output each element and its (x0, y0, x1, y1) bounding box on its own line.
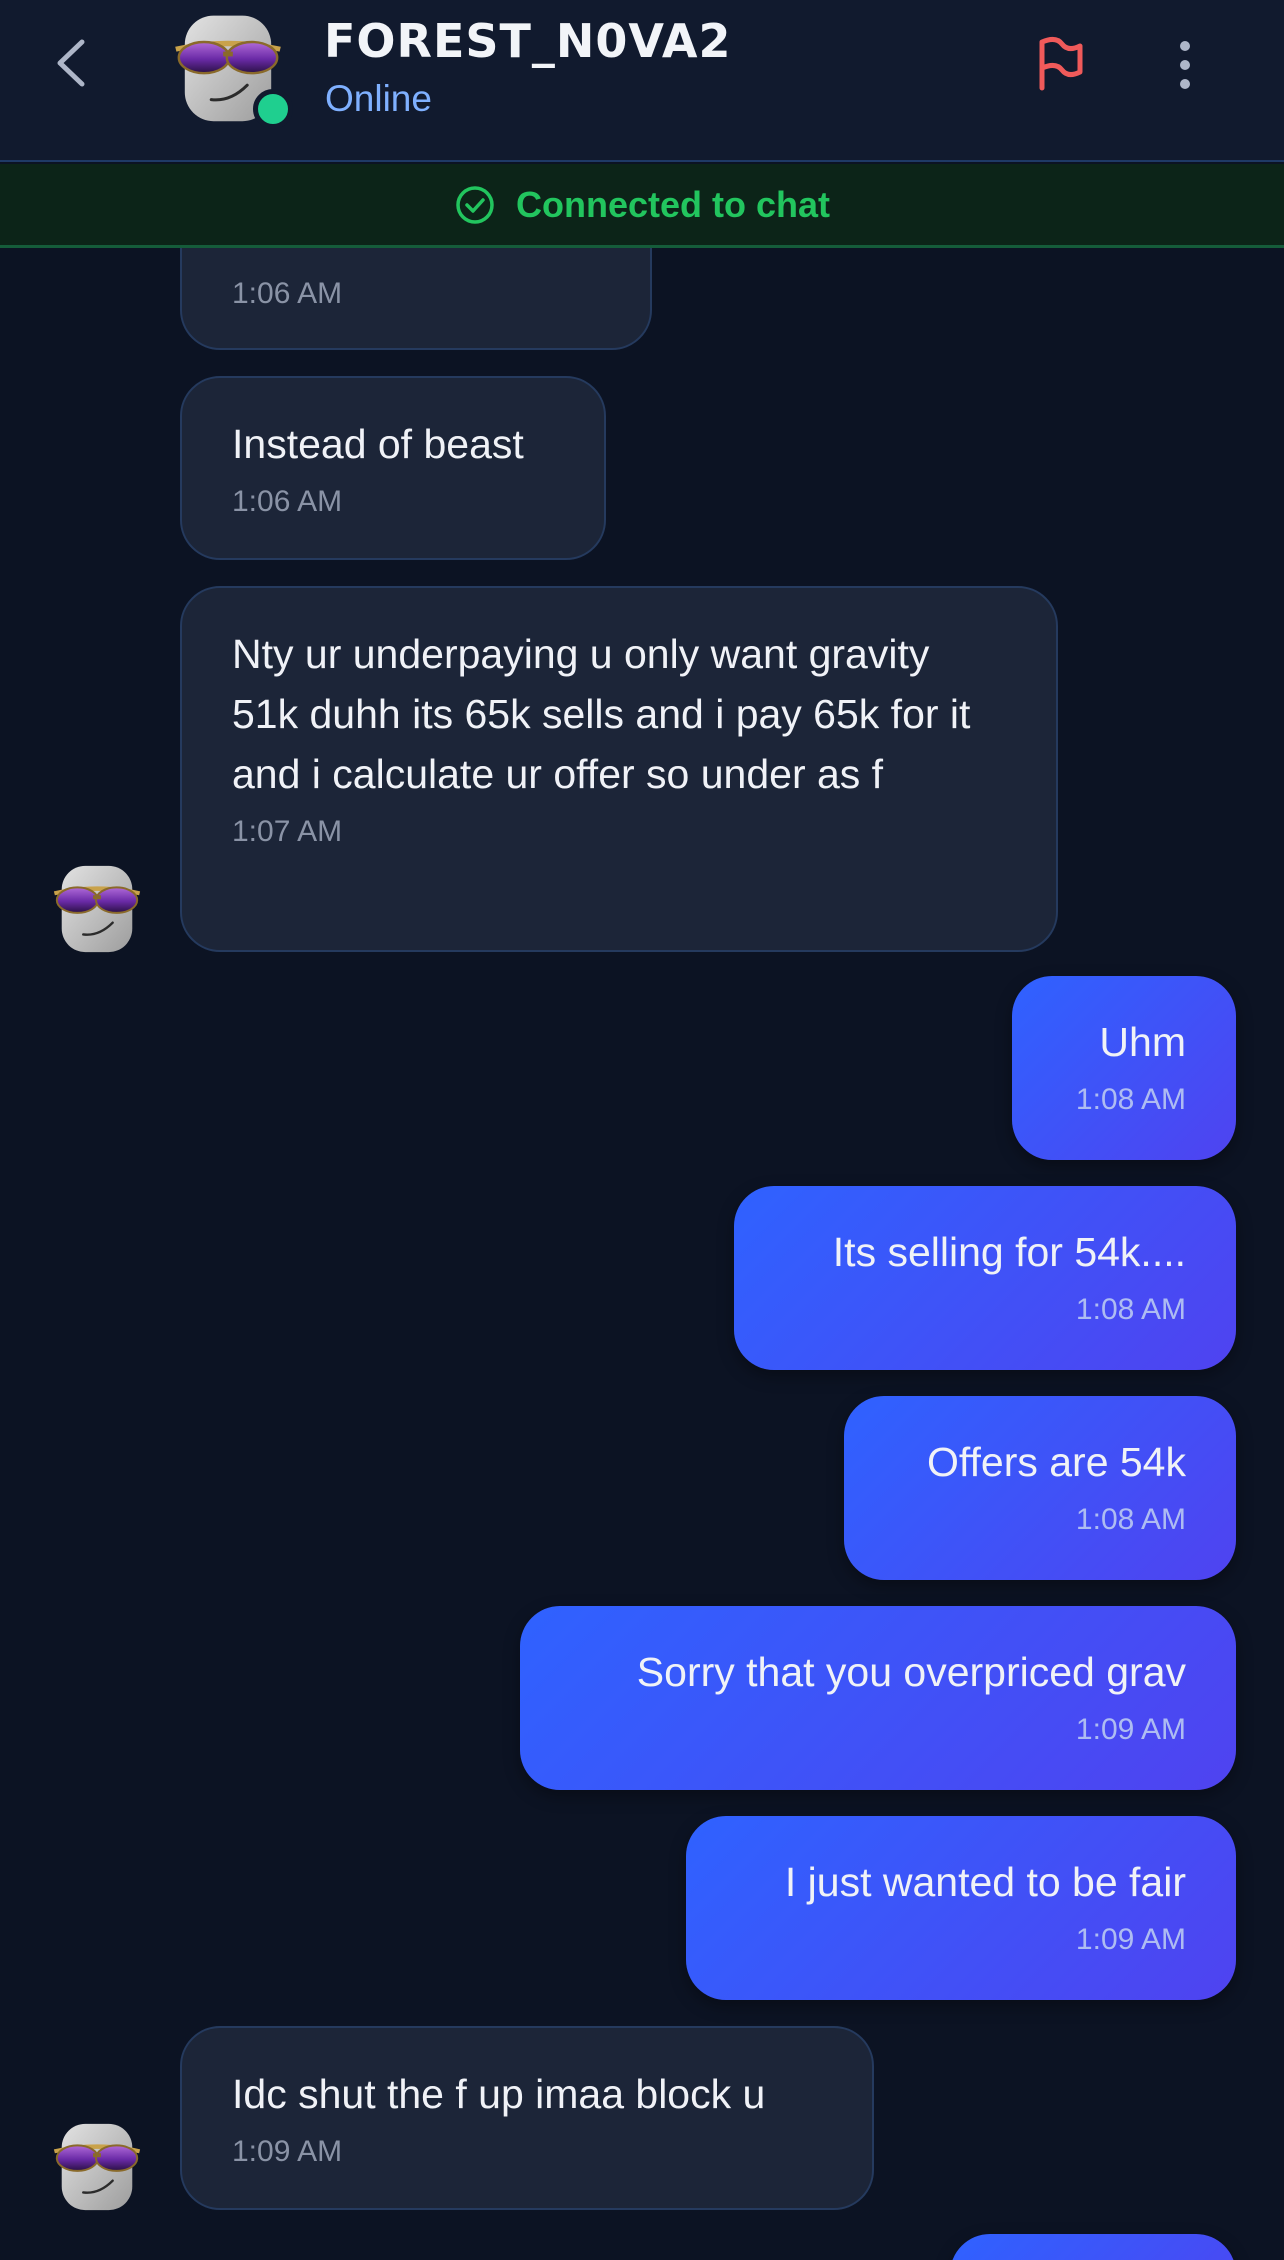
message-bubble-incoming[interactable]: 1:06 AM (180, 248, 652, 350)
message-bubble-incoming[interactable]: Nty ur underpaying u only want gravity 5… (180, 586, 1058, 952)
message-time: 1:09 AM (1075, 1713, 1186, 1746)
message-list[interactable]: 1:06 AM Instead of beast 1:06 AM Nty ur … (0, 248, 1284, 2260)
message-text: Nty ur underpaying u only want gravity 5… (232, 631, 982, 797)
message-bubble-outgoing-partial[interactable] (950, 2234, 1236, 2260)
online-status: Online (325, 78, 432, 119)
message-text: Instead of beast (232, 421, 524, 467)
message-time: 1:06 AM (232, 277, 343, 310)
message-bubble-incoming[interactable]: Instead of beast 1:06 AM (180, 376, 606, 560)
message-text: Uhm (1099, 1019, 1186, 1065)
connection-banner: Connected to chat (0, 164, 1284, 248)
sender-avatar[interactable] (48, 858, 146, 956)
message-time: 1:09 AM (232, 2135, 343, 2168)
message-bubble-outgoing[interactable]: Offers are 54k 1:08 AM (844, 1396, 1236, 1580)
connection-status-text: Connected to chat (515, 183, 830, 225)
message-text: Offers are 54k (926, 1439, 1186, 1485)
message-time: 1:08 AM (1075, 1293, 1186, 1326)
message-text: Sorry that you overpriced grav (636, 1649, 1186, 1695)
chat-header: FOREST_N0VA2 Online (0, 0, 1284, 162)
message-time: 1:06 AM (232, 485, 343, 518)
message-time: 1:08 AM (1075, 1503, 1186, 1536)
message-text: Its selling for 54k.... (832, 1229, 1186, 1275)
message-time: 1:09 AM (1075, 1923, 1186, 1956)
message-text: I just wanted to be fair (784, 1859, 1186, 1905)
message-bubble-outgoing[interactable]: Its selling for 54k.... 1:08 AM (734, 1186, 1236, 1370)
check-circle-icon (456, 185, 494, 224)
message-bubble-incoming[interactable]: Idc shut the f up imaa block u 1:09 AM (180, 2026, 874, 2210)
username[interactable]: FOREST_N0VA2 (324, 14, 731, 68)
message-bubble-outgoing[interactable]: Sorry that you overpriced grav 1:09 AM (520, 1606, 1236, 1790)
back-icon[interactable] (52, 38, 92, 88)
more-options-icon[interactable] (1168, 38, 1202, 92)
message-bubble-outgoing[interactable]: Uhm 1:08 AM (1012, 976, 1236, 1160)
online-indicator (253, 89, 293, 129)
report-flag-icon[interactable] (1034, 36, 1084, 92)
message-bubble-outgoing[interactable]: I just wanted to be fair 1:09 AM (686, 1816, 1236, 2000)
message-time: 1:07 AM (232, 815, 343, 848)
message-text: Idc shut the f up imaa block u (232, 2071, 766, 2117)
message-time: 1:08 AM (1075, 1083, 1186, 1116)
sender-avatar[interactable] (48, 2116, 146, 2214)
